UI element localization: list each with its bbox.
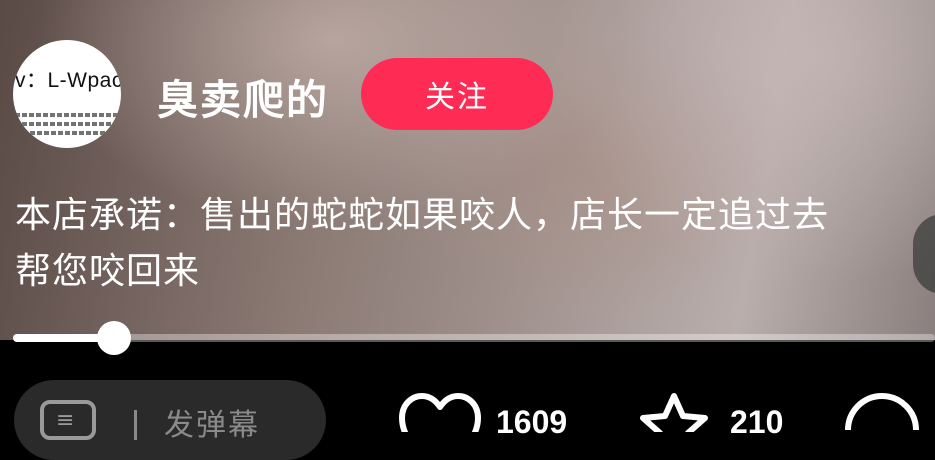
- like-count: 1609: [496, 404, 568, 440]
- heart-icon[interactable]: [398, 392, 482, 432]
- avatar-fine-print: [15, 113, 119, 117]
- favorite-count: 210: [730, 404, 784, 440]
- progress-track[interactable]: [13, 334, 935, 342]
- input-divider: [134, 410, 137, 440]
- author-avatar[interactable]: v：L-Wpac: [13, 40, 121, 148]
- danmaku-placeholder: 发弹幕: [164, 408, 260, 443]
- avatar-fine-print: [23, 131, 111, 135]
- avatar-fine-print: [15, 122, 119, 126]
- star-icon[interactable]: [633, 392, 715, 432]
- danmaku-icon[interactable]: ≡: [40, 400, 96, 440]
- avatar-watermark-text: v：L-Wpac: [15, 69, 121, 92]
- author-username[interactable]: 臭卖爬的: [157, 66, 329, 126]
- comment-icon[interactable]: [842, 390, 922, 430]
- video-caption: 本店承诺：售出的蛇蛇如果咬人，店长一定追过去帮您咬回来: [15, 195, 830, 292]
- follow-button[interactable]: 关注: [361, 58, 553, 130]
